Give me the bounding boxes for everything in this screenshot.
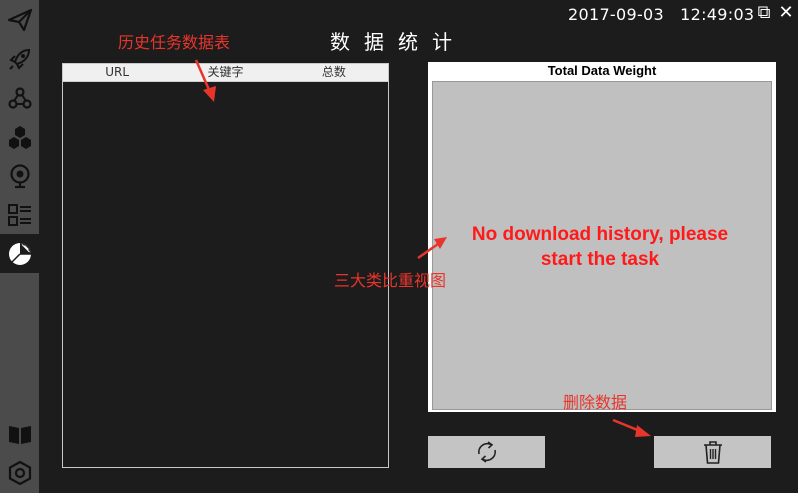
list-icon [7,203,31,226]
paper-plane-icon [7,8,32,31]
sidebar [0,0,39,493]
datetime-display: 2017-09-03 12:49:03 [568,5,755,24]
trash-icon [703,441,722,464]
settings-hexagon-icon [8,460,31,485]
page-title: 数据统计 [330,30,466,54]
annotation-chart: 三大类比重视图 [334,271,447,290]
chart-title: Total Data Weight [547,63,657,78]
column-header-keyword[interactable]: 关键字 [171,64,279,81]
sidebar-item-statistics[interactable] [0,234,39,273]
annotation-delete: 删除数据 [563,393,628,412]
empty-state-line-2: start the task [540,249,660,270]
delete-data-button[interactable] [654,436,771,468]
webhook-icon [7,86,32,109]
hexagons-icon [8,125,31,149]
refresh-button[interactable] [428,436,545,468]
sidebar-item-send[interactable] [0,0,39,39]
close-button[interactable]: ✕ [777,2,795,24]
rocket-icon [8,48,30,70]
column-header-total[interactable]: 总数 [280,64,388,81]
column-header-url[interactable]: URL [63,64,171,81]
book-icon [8,425,31,444]
sidebar-item-modules[interactable] [0,117,39,156]
sidebar-item-webhook[interactable] [0,78,39,117]
annotation-table: 历史任务数据表 [118,33,231,52]
table-header: URL 关键字 总数 [63,64,388,82]
sidebar-item-settings[interactable] [0,453,39,492]
sidebar-item-launch[interactable] [0,39,39,78]
empty-state-message: No download history, please start the ta… [452,222,748,272]
restore-button[interactable]: ⧉ [755,2,773,24]
sidebar-item-camera[interactable] [0,156,39,195]
empty-state-line-1: No download history, please [471,224,729,245]
refresh-icon [477,441,496,463]
history-task-table[interactable]: URL 关键字 总数 [62,63,389,468]
webcam-icon [9,163,30,188]
sidebar-item-list[interactable] [0,195,39,234]
arrow-to-delete [612,418,651,437]
pie-chart-icon [8,242,31,265]
sidebar-item-docs[interactable] [0,414,39,453]
